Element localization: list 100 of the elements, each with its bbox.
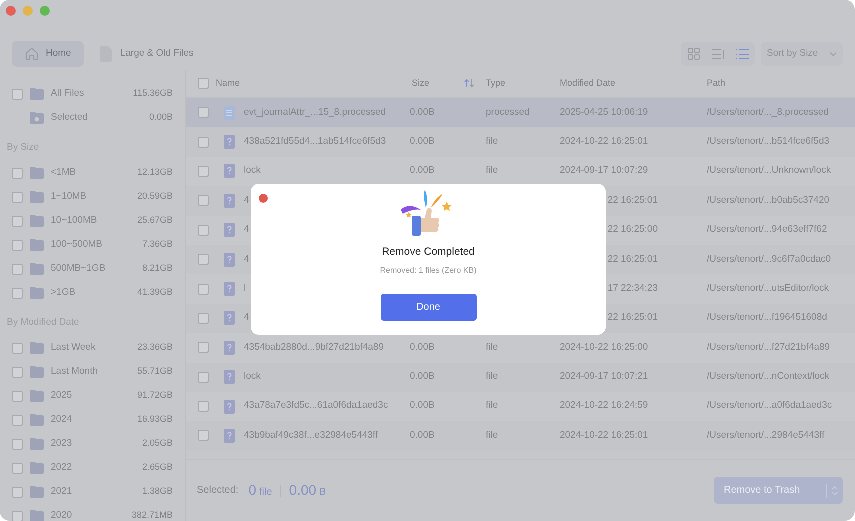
file-path: /Users/tenort/...nContext/lock xyxy=(707,370,830,384)
checkbox[interactable] xyxy=(12,240,23,250)
sidebar-item[interactable]: 10~100MB xyxy=(51,214,130,228)
column-header[interactable]: Modified Date xyxy=(560,76,707,90)
sidebar-item[interactable]: 2023 xyxy=(51,436,136,452)
checkbox[interactable] xyxy=(12,414,23,426)
file-size: 0.00B xyxy=(410,134,436,149)
sort-icon[interactable] xyxy=(464,79,475,88)
checkbox[interactable] xyxy=(12,342,23,354)
column-header[interactable]: Type xyxy=(486,76,560,90)
sidebar-item[interactable]: Last Week xyxy=(51,340,130,356)
checkbox[interactable] xyxy=(12,216,23,226)
size-value: 25.67GB xyxy=(137,214,173,228)
nav-tab[interactable]: Large & Old Files xyxy=(86,41,207,67)
file-size: 0.00B xyxy=(410,428,436,443)
file-path: /Users/tenort/...b514fce6f5d3 xyxy=(707,134,830,149)
sidebar-item[interactable]: 2020 xyxy=(51,508,125,521)
checkbox[interactable] xyxy=(12,510,23,521)
file-path: /Users/tenort/...utsEditor/lock xyxy=(707,282,829,296)
file-name: 43b9baf49c38f...e32984e5443ff xyxy=(244,430,378,441)
folder-icon xyxy=(30,366,44,378)
unknown-file-icon xyxy=(224,223,235,238)
zoom-window-button[interactable] xyxy=(40,6,50,16)
view-button[interactable] xyxy=(711,47,725,61)
file-name: evt_journalAttr_...15_8.processed xyxy=(244,106,386,118)
checkbox[interactable] xyxy=(198,430,209,442)
modified-date: 2025-04-25 10:06:19 xyxy=(560,106,650,120)
file-path: /Users/tenort/...94e63eff7f62 xyxy=(707,223,828,238)
sidebar-item[interactable]: 500MB~1GB xyxy=(51,262,136,276)
column-header[interactable]: Size xyxy=(412,76,464,90)
sidebar-item[interactable]: >1GB xyxy=(51,286,130,300)
column-header[interactable]: Name xyxy=(216,76,412,90)
sidebar-item[interactable]: All Files xyxy=(51,86,126,102)
unknown-file-icon xyxy=(224,428,235,443)
sidebar-item[interactable]: 100~500MB xyxy=(51,238,136,252)
checkbox[interactable] xyxy=(198,78,209,89)
sidebar-item[interactable]: 2025 xyxy=(51,388,130,404)
modified-date: 22 16:25:00 xyxy=(606,223,658,238)
checkbox[interactable] xyxy=(12,88,23,100)
column-header[interactable]: Path xyxy=(707,76,726,90)
view-button[interactable] xyxy=(687,47,701,61)
file-name: 438a521fd55d4...1ab514fce6f5d3 xyxy=(244,136,386,147)
checkbox[interactable] xyxy=(198,372,209,383)
file-type: file xyxy=(486,164,500,178)
checkbox[interactable] xyxy=(198,312,209,324)
grid-icon xyxy=(688,48,700,60)
folder-icon xyxy=(30,263,44,275)
file-path: /Users/tenort/...f27d21bf4a89 xyxy=(707,340,830,355)
file-type: processed xyxy=(486,106,531,120)
sidebar-item[interactable]: 2021 xyxy=(51,484,136,500)
checkbox[interactable] xyxy=(12,288,23,298)
file-type: file xyxy=(486,428,500,443)
minimize-window-button[interactable] xyxy=(23,6,33,16)
sidebar-item[interactable]: 2022 xyxy=(51,460,136,476)
size-value: 1.38GB xyxy=(142,485,173,498)
checkbox[interactable] xyxy=(198,342,209,354)
close-window-button[interactable] xyxy=(6,6,16,16)
sidebar-item[interactable]: 2024 xyxy=(51,412,130,428)
size-value: 7.36GB xyxy=(142,238,173,252)
unknown-file-icon xyxy=(224,340,235,355)
checkbox[interactable] xyxy=(198,224,209,236)
checkbox[interactable] xyxy=(198,136,209,148)
checkbox[interactable] xyxy=(198,284,209,295)
close-dialog-button[interactable] xyxy=(259,194,268,203)
checkbox[interactable] xyxy=(198,107,209,118)
unknown-file-icon xyxy=(224,282,235,296)
view-button[interactable] xyxy=(735,47,749,61)
modified-date: 2024-10-22 16:25:01 xyxy=(560,428,650,443)
checkbox[interactable] xyxy=(12,366,23,378)
checkbox[interactable] xyxy=(198,254,209,266)
checkbox[interactable] xyxy=(12,264,23,274)
sidebar-item[interactable]: Selected xyxy=(51,110,142,126)
checkbox[interactable] xyxy=(12,486,23,498)
done-button[interactable]: Done xyxy=(380,294,476,321)
checkbox[interactable] xyxy=(12,390,23,402)
size-value: 382.71MB xyxy=(132,509,173,521)
checkbox[interactable] xyxy=(198,195,209,206)
checkbox[interactable] xyxy=(198,401,209,412)
modified-date: 2024-10-22 16:25:00 xyxy=(560,340,650,355)
modified-date: 17 22:34:23 xyxy=(606,282,658,296)
sidebar-item[interactable]: <1MB xyxy=(51,166,130,180)
file-type: file xyxy=(486,134,500,149)
file-path: /Users/tenort/...f196451608d xyxy=(707,311,828,326)
folder-icon xyxy=(30,462,44,474)
table-row[interactable]: evt_journalAttr_...15_8.processed 0.00B processed 2025-04-25 10:06:19 /Users/tenort/..._8.processed xyxy=(186,98,855,128)
file-size: 0.00B xyxy=(410,164,436,178)
checkbox[interactable] xyxy=(12,438,23,450)
sidebar-item[interactable]: 1~10MB xyxy=(51,190,130,204)
file-name: l xyxy=(244,282,246,294)
checkbox[interactable] xyxy=(12,462,23,474)
checkbox[interactable] xyxy=(198,166,209,177)
checkbox[interactable] xyxy=(12,168,23,178)
unknown-file-icon xyxy=(224,252,235,267)
nav-tab[interactable]: Home xyxy=(12,41,84,67)
file-name: lock xyxy=(244,165,261,176)
sidebar-item[interactable]: Last Month xyxy=(51,364,130,380)
modified-date: 22 16:25:01 xyxy=(606,194,658,208)
checkbox[interactable] xyxy=(12,192,23,202)
folder-icon xyxy=(30,88,44,100)
file-size: 0.00B xyxy=(410,399,436,414)
